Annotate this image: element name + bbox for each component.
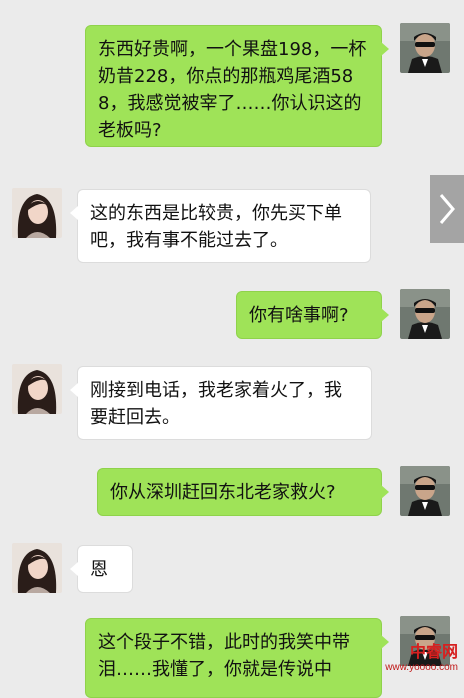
message-bubble-received: 这的东西是比较贵，你先买下单吧，我有事不能过去了。 xyxy=(70,189,371,263)
avatar-man-sunglasses[interactable] xyxy=(400,23,450,73)
next-image-button[interactable] xyxy=(430,175,464,243)
message-bubble-received: 刚接到电话，我老家着火了，我要赶回去。 xyxy=(70,366,372,440)
avatar-woman[interactable] xyxy=(12,543,62,593)
message-bubble-received: 恩 xyxy=(70,545,133,593)
avatar-woman[interactable] xyxy=(12,188,62,238)
watermark-logo-text: 中睿网 xyxy=(409,644,458,661)
message-bubble-sent: 东西好贵啊，一个果盘198，一杯奶昔228，你点的那瓶鸡尾酒588，我感觉被宰了… xyxy=(85,25,389,147)
chevron-right-icon xyxy=(439,194,455,224)
watermark-url: www.yoooo.com xyxy=(385,662,458,673)
avatar-man-sunglasses[interactable] xyxy=(400,466,450,516)
avatar-man-sunglasses[interactable] xyxy=(400,289,450,339)
message-bubble-sent: 你有啥事啊? xyxy=(236,291,389,339)
avatar-woman[interactable] xyxy=(12,364,62,414)
watermark: 中睿网 www.yoooo.com xyxy=(385,638,458,673)
message-bubble-sent: 这个段子不错，此时的我笑中带泪……我懂了，你就是传说中 xyxy=(85,618,389,698)
message-bubble-sent: 你从深圳赶回东北老家救火? xyxy=(97,468,389,516)
